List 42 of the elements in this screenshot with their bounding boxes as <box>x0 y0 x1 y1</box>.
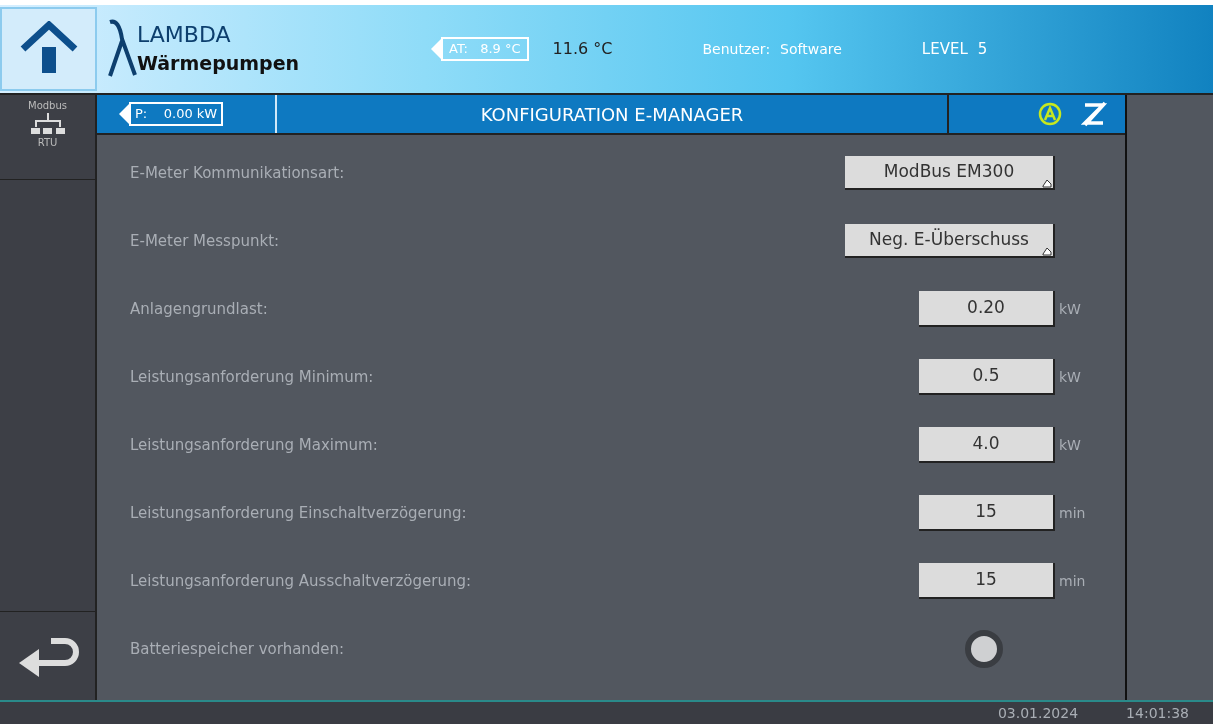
unit-label: kW <box>1059 435 1081 455</box>
outdoor-temperature: AT: 8.9 °C <box>441 37 529 61</box>
level-value: 5 <box>977 38 988 60</box>
unit-label: kW <box>1059 367 1081 387</box>
lambda-logo-icon <box>107 19 137 79</box>
user-name: Software <box>780 39 842 59</box>
unit-label: kW <box>1059 299 1081 319</box>
number-field[interactable]: 4.0 <box>919 427 1055 463</box>
setting-label: Leistungsanforderung Ausschaltverzögerung: <box>130 570 472 592</box>
number-field[interactable]: 15 <box>919 563 1055 599</box>
logo-title: LAMBDA <box>137 21 232 49</box>
left-arrow-icon <box>431 39 441 59</box>
date-text: 03.01.2024 <box>997 703 1079 723</box>
setting-label: Anlagengrundlast: <box>130 298 268 320</box>
auto-mode-icon <box>1037 101 1063 127</box>
toggle-indicator[interactable] <box>965 630 1003 668</box>
page-title: KONFIGURATION E-MANAGER <box>479 102 745 127</box>
left-arrow-icon <box>119 104 129 124</box>
setting-label: Leistungsanforderung Maximum: <box>130 434 378 456</box>
level-label: LEVEL <box>921 38 968 60</box>
number-field[interactable]: 0.5 <box>919 359 1055 395</box>
modbus-status-tile[interactable]: Modbus RTU <box>0 95 95 180</box>
power-reading: P: 0.00 kW <box>129 102 224 126</box>
dropdown[interactable]: ModBus EM300 <box>845 156 1055 190</box>
network-icon <box>30 113 65 135</box>
home-button[interactable] <box>0 7 97 91</box>
logo-subtitle: Wärmepumpen <box>137 50 300 76</box>
temperature-reading: 11.6 °C <box>552 38 613 60</box>
setting-label: E-Meter Messpunkt: <box>130 230 280 252</box>
number-field[interactable]: 15 <box>919 495 1055 531</box>
modbus-label: Modbus <box>28 99 67 113</box>
user-label: Benutzer: <box>702 39 771 59</box>
rtu-label: RTU <box>37 136 58 150</box>
time-text: 14:01:38 <box>1126 703 1189 723</box>
setting-label: E-Meter Kommunikationsart: <box>130 162 345 184</box>
number-field[interactable]: 0.20 <box>919 291 1055 327</box>
unit-label: min <box>1059 571 1086 591</box>
setting-label: Batteriespeicher vorhanden: <box>130 638 345 660</box>
setting-label: Leistungsanforderung Einschaltverzögerung: <box>130 502 467 524</box>
setting-label: Leistungsanforderung Minimum: <box>130 366 374 388</box>
dropdown[interactable]: Neg. E-Überschuss <box>845 224 1055 258</box>
unit-label: min <box>1059 503 1086 523</box>
